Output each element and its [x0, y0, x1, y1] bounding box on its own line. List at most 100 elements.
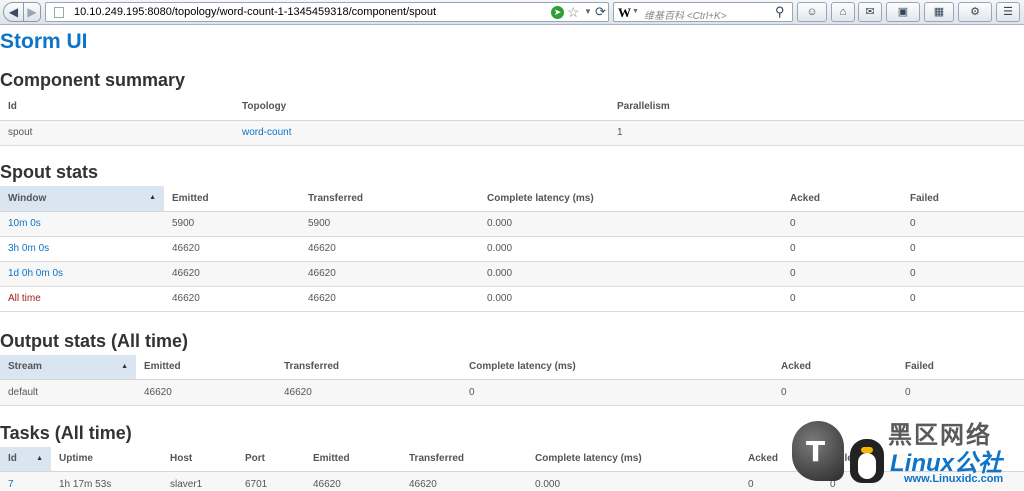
page-icon — [54, 7, 64, 18]
window-link-10m[interactable]: 10m 0s — [8, 218, 41, 229]
cell-emitted: 46620 — [164, 286, 300, 312]
window-link-all-time[interactable]: All time — [8, 293, 41, 304]
header-emitted[interactable]: Emitted — [305, 447, 401, 472]
arrow-left-icon: ◀ — [8, 5, 19, 19]
cell-latency: 0.000 — [479, 236, 782, 262]
menu-icon: ☰ — [1003, 6, 1013, 18]
cell-latency: 0.000 — [479, 261, 782, 287]
cell-acked: 0 — [782, 261, 902, 287]
spout-stats-table: Window ▲ Emitted Transferred Complete lat… — [0, 186, 1024, 312]
screenshot-button[interactable]: ▣ — [886, 2, 920, 22]
watermark-logo-icon: T — [792, 421, 844, 481]
table-row: All time 46620 46620 0.000 0 0 — [0, 286, 1024, 312]
cell-transferred: 46620 — [276, 379, 461, 406]
header-acked[interactable]: Acked — [782, 186, 902, 212]
mail-icon: ✉ — [865, 6, 875, 18]
cell-transferred: 5900 — [300, 211, 479, 237]
table-row: 10m 0s 5900 5900 0.000 0 0 — [0, 211, 1024, 237]
component-summary-title: Component summary — [0, 70, 186, 90]
smiley-icon: ☺ — [806, 6, 818, 18]
cell-latency: 0 — [461, 379, 773, 406]
header-uptime[interactable]: Uptime — [51, 447, 162, 472]
table-row: default 46620 46620 0 0 0 — [0, 379, 1024, 406]
cell-failed: 0 — [902, 286, 1024, 312]
site-watermark: T 黑区网络 Linux公社 www.Linuxidc.com — [792, 413, 1024, 491]
home-icon: ⌂ — [839, 6, 847, 18]
table-row: spout word-count 1 — [0, 120, 1024, 146]
header-window[interactable]: Window ▲ — [0, 186, 164, 212]
penguin-icon — [850, 439, 884, 483]
screenshot-icon: ▣ — [897, 6, 909, 18]
header-parallelism[interactable]: Parallelism — [609, 93, 1024, 121]
cell-failed: 0 — [902, 211, 1024, 237]
window-link-1d[interactable]: 1d 0h 0m 0s — [8, 268, 63, 279]
storm-ui-brand[interactable]: Storm UI — [0, 30, 88, 54]
header-topology[interactable]: Topology — [234, 93, 609, 121]
cell-failed: 0 — [902, 236, 1024, 262]
cell-stream: default — [0, 379, 136, 406]
address-text[interactable]: 10.10.249.195:8080/topology/word-count-1… — [74, 6, 436, 18]
browser-toolbar: ◀ ▶ 10.10.249.195:8080/topology/word-cou… — [0, 0, 1024, 25]
header-complete-latency[interactable]: Complete latency (ms) — [479, 186, 782, 212]
cell-emitted: 5900 — [164, 211, 300, 237]
topology-link[interactable]: word-count — [242, 127, 291, 138]
mail-button[interactable]: ✉ — [858, 2, 882, 22]
address-bar[interactable]: 10.10.249.195:8080/topology/word-count-1… — [45, 2, 609, 22]
cell-transferred: 46620 — [300, 261, 479, 287]
tasks-title: Tasks (All time) — [0, 423, 132, 443]
header-id[interactable]: Id — [0, 93, 234, 121]
back-button[interactable]: ◀ — [3, 2, 24, 22]
header-transferred[interactable]: Transferred — [276, 355, 461, 380]
header-emitted[interactable]: Emitted — [136, 355, 276, 380]
header-port[interactable]: Port — [237, 447, 305, 472]
component-summary-table: Id Topology Parallelism spout word-count… — [0, 93, 1024, 146]
header-failed[interactable]: Failed — [902, 186, 1024, 212]
search-placeholder[interactable]: 维基百科 <Ctrl+K> — [644, 7, 727, 22]
tools-button[interactable]: ⚙ — [958, 2, 992, 22]
cell-latency: 0.000 — [527, 471, 740, 491]
tools-icon: ⚙ — [970, 6, 980, 18]
header-emitted[interactable]: Emitted — [164, 186, 300, 212]
header-acked[interactable]: Acked — [773, 355, 897, 380]
search-bar[interactable]: W ▼ 维基百科 <Ctrl+K> ⚲ — [613, 2, 793, 22]
window-link-3h[interactable]: 3h 0m 0s — [8, 243, 49, 254]
cell-latency: 0.000 — [479, 211, 782, 237]
cell-failed: 0 — [897, 379, 1024, 406]
arrow-right-icon: ▶ — [27, 5, 37, 19]
forward-button[interactable]: ▶ — [23, 2, 41, 22]
cell-latency: 0.000 — [479, 286, 782, 312]
watermark-site-text: www.Linuxidc.com — [904, 473, 1004, 485]
reload-icon[interactable]: ⟳ — [595, 4, 606, 20]
output-stats-table: Stream ▲ Emitted Transferred Complete lat… — [0, 355, 1024, 406]
bookmark-star-icon[interactable]: ☆ — [567, 4, 580, 21]
header-stream[interactable]: Stream ▲ — [0, 355, 136, 380]
table-row: 3h 0m 0s 46620 46620 0.000 0 0 — [0, 236, 1024, 262]
wikipedia-icon[interactable]: W — [618, 5, 631, 21]
spout-stats-title: Spout stats — [0, 162, 99, 182]
home-button[interactable]: ⌂ — [831, 2, 855, 22]
cell-id: spout — [0, 120, 234, 146]
header-failed[interactable]: Failed — [897, 355, 1024, 380]
header-transferred[interactable]: Transferred — [401, 447, 527, 472]
header-complete-latency[interactable]: Complete latency (ms) — [461, 355, 773, 380]
history-dropdown-icon[interactable]: ▼ — [584, 7, 592, 16]
header-complete-latency[interactable]: Complete latency (ms) — [527, 447, 740, 472]
header-host[interactable]: Host — [162, 447, 237, 472]
cell-failed: 0 — [902, 261, 1024, 287]
cell-emitted: 46620 — [164, 236, 300, 262]
cell-emitted: 46620 — [136, 379, 276, 406]
search-engine-dropdown-icon[interactable]: ▼ — [632, 8, 639, 15]
apps-button[interactable]: ▦ — [924, 2, 954, 22]
table-row: 1d 0h 0m 0s 46620 46620 0.000 0 0 — [0, 261, 1024, 287]
go-icon[interactable]: ➤ — [551, 6, 564, 19]
addon-button[interactable]: ☺ — [797, 2, 827, 22]
header-task-id[interactable]: Id ▲ — [0, 447, 51, 472]
cell-emitted: 46620 — [164, 261, 300, 287]
search-magnifier-icon[interactable]: ⚲ — [775, 4, 785, 20]
menu-button[interactable]: ☰ — [996, 2, 1020, 22]
cell-emitted: 46620 — [305, 471, 401, 491]
task-id-link[interactable]: 7 — [8, 479, 14, 490]
cell-host: slaver1 — [162, 471, 237, 491]
header-transferred[interactable]: Transferred — [300, 186, 479, 212]
cell-transferred: 46620 — [401, 471, 527, 491]
